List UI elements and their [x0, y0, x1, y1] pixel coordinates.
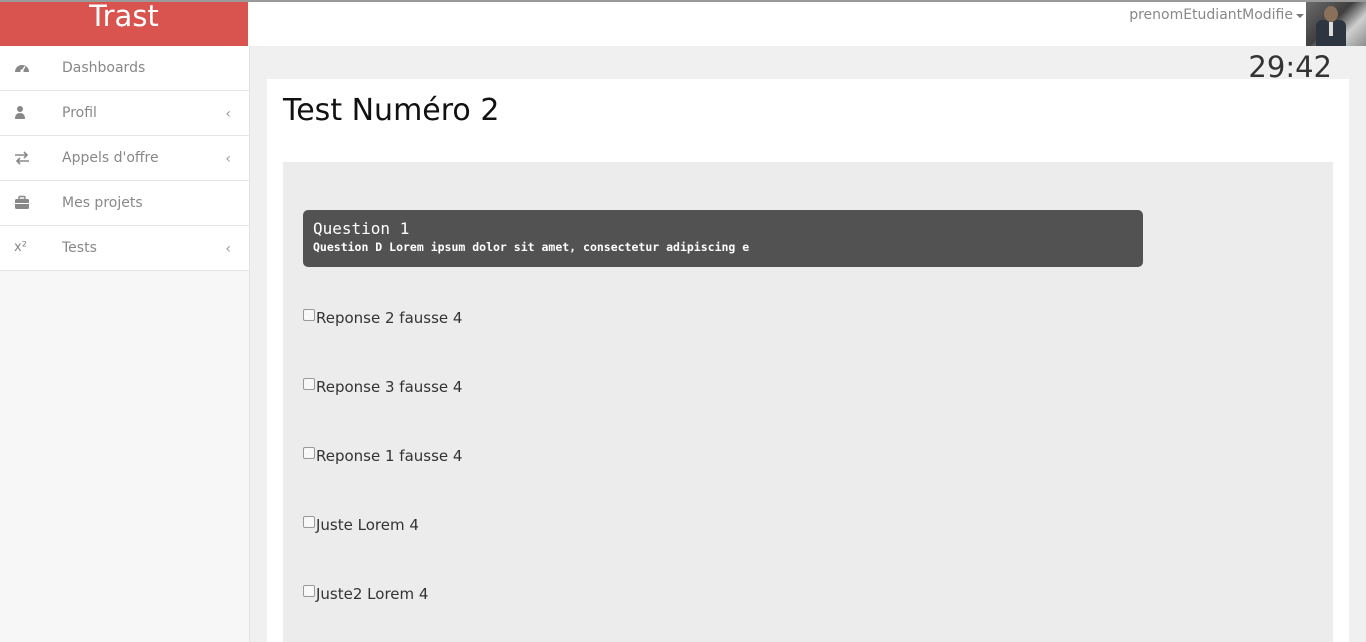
- answer-option[interactable]: Reponse 2 fausse 4: [303, 308, 462, 328]
- question-box: Question 1 Question D Lorem ipsum dolor …: [303, 210, 1143, 267]
- answer-checkbox[interactable]: [303, 309, 315, 321]
- answer-label[interactable]: Reponse 2 fausse 4: [316, 308, 462, 328]
- caret-down-icon: [1296, 14, 1304, 18]
- answer-label[interactable]: Juste2 Lorem 4: [316, 584, 428, 604]
- sidebar-item-label: Dashboards: [62, 60, 146, 76]
- sidebar-item-dashboards[interactable]: Dashboards: [0, 46, 249, 91]
- sidebar-item-appels-offre[interactable]: Appels d'offre ‹: [0, 136, 249, 181]
- briefcase-icon: [14, 195, 30, 211]
- answer-checkbox[interactable]: [303, 378, 315, 390]
- brand-name: Trast: [89, 2, 159, 33]
- dashboard-icon: [14, 60, 30, 76]
- chevron-left-icon: ‹: [225, 106, 231, 122]
- answer-checkbox[interactable]: [303, 516, 315, 528]
- superscript-icon: x²: [14, 240, 27, 255]
- sidebar-item-label: Tests: [62, 240, 97, 256]
- main-panel: Test Numéro 2 Question 1 Question D Lore…: [267, 79, 1349, 642]
- quiz-area: Question 1 Question D Lorem ipsum dolor …: [283, 162, 1333, 642]
- answer-checkbox[interactable]: [303, 585, 315, 597]
- username-label: prenomEtudiantModifie: [1129, 7, 1293, 23]
- sidebar-item-profil[interactable]: Profil ‹: [0, 91, 249, 136]
- user-icon: [14, 105, 30, 121]
- question-title: Question 1: [313, 219, 410, 238]
- answer-label[interactable]: Juste Lorem 4: [316, 515, 419, 535]
- avatar[interactable]: [1306, 2, 1366, 46]
- brand-logo[interactable]: Trast: [0, 2, 248, 46]
- question-text: Question D Lorem ipsum dolor sit amet, c…: [313, 240, 750, 254]
- page-title: Test Numéro 2: [283, 93, 500, 128]
- answer-option[interactable]: Reponse 3 fausse 4: [303, 377, 462, 397]
- answer-option[interactable]: Reponse 1 fausse 4: [303, 446, 462, 466]
- answer-checkbox[interactable]: [303, 447, 315, 459]
- answer-label[interactable]: Reponse 3 fausse 4: [316, 377, 462, 397]
- sidebar-item-label: Mes projets: [62, 195, 143, 211]
- sidebar-item-label: Appels d'offre: [62, 150, 159, 166]
- user-menu-dropdown[interactable]: prenomEtudiantModifie: [1129, 7, 1304, 23]
- sidebar-item-label: Profil: [62, 105, 97, 121]
- answer-option[interactable]: Juste2 Lorem 4: [303, 584, 428, 604]
- sidebar-item-tests[interactable]: x² Tests ‹: [0, 226, 249, 271]
- top-header: prenomEtudiantModifie: [248, 2, 1366, 46]
- exchange-icon: [14, 150, 30, 166]
- sidebar: Dashboards Profil ‹ Appels d'offre ‹ Mes…: [0, 46, 250, 642]
- answer-label[interactable]: Reponse 1 fausse 4: [316, 446, 462, 466]
- chevron-left-icon: ‹: [225, 151, 231, 167]
- answer-option[interactable]: Juste Lorem 4: [303, 515, 419, 535]
- sidebar-item-mes-projets[interactable]: Mes projets: [0, 181, 249, 226]
- chevron-left-icon: ‹: [225, 241, 231, 257]
